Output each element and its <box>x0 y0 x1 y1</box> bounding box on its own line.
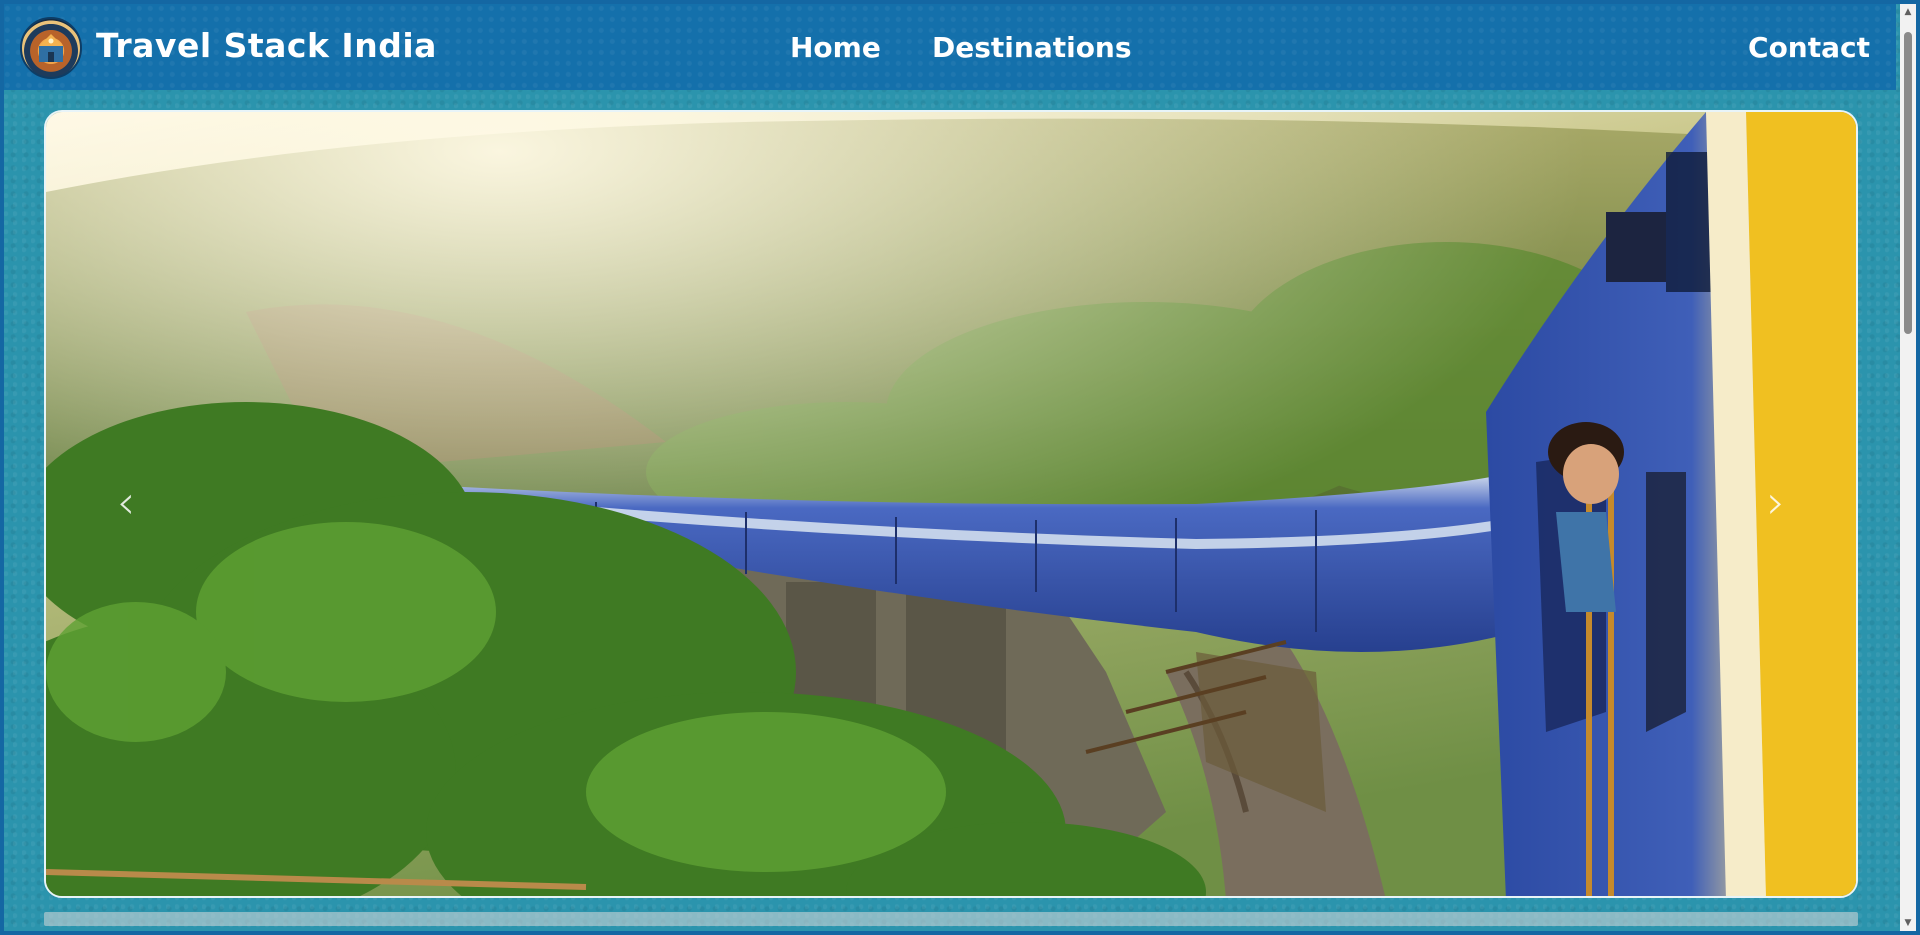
scroll-up-arrow-icon[interactable]: ▲ <box>1900 4 1916 20</box>
hero-carousel: ‹ › <box>44 110 1858 898</box>
top-navbar: Travel Stack India Home Destinations Con… <box>4 4 1896 90</box>
nav-home-link[interactable]: Home <box>790 31 881 64</box>
brand-logo[interactable] <box>20 17 82 79</box>
chevron-left-icon[interactable]: ‹ <box>106 472 146 532</box>
nav-contact-link[interactable]: Contact <box>1748 31 1870 64</box>
hero-slide-image <box>46 112 1856 896</box>
vertical-scrollbar[interactable]: ▲ ▼ <box>1900 4 1916 931</box>
chevron-right-icon[interactable]: › <box>1756 472 1796 532</box>
scroll-down-arrow-icon[interactable]: ▼ <box>1900 915 1916 931</box>
brand-name[interactable]: Travel Stack India <box>96 26 437 65</box>
nav-destinations-link[interactable]: Destinations <box>932 31 1132 64</box>
temple-emblem-icon <box>39 34 63 62</box>
scroll-thumb[interactable] <box>1904 32 1912 334</box>
carousel-bottom-strip <box>44 912 1858 926</box>
